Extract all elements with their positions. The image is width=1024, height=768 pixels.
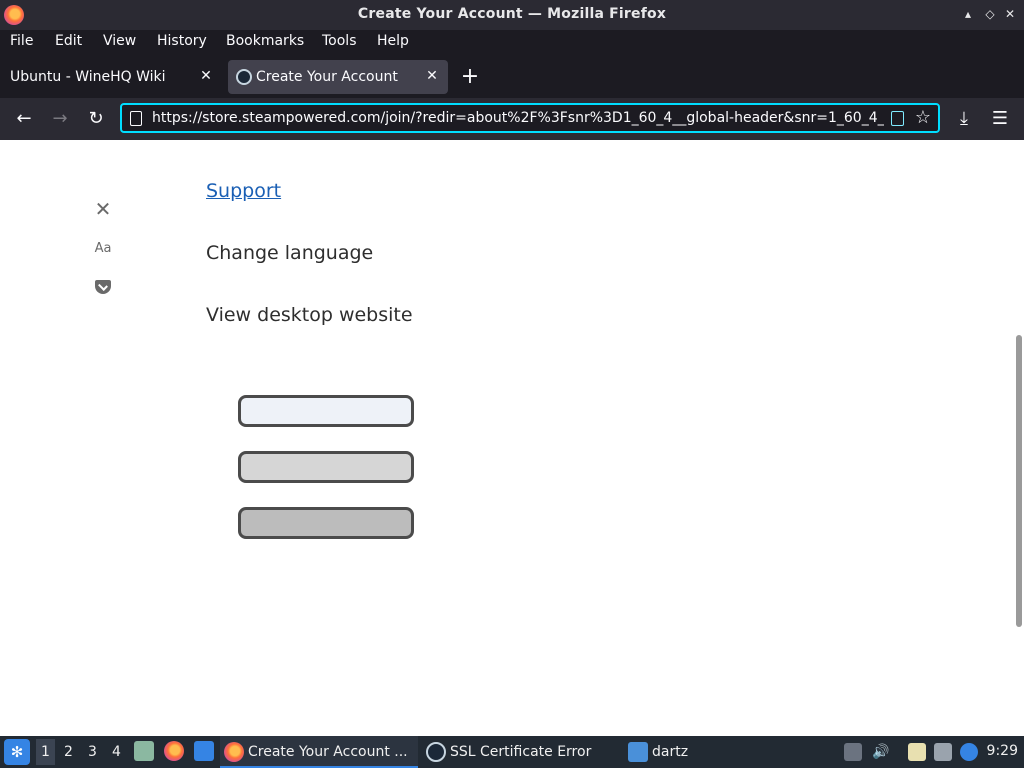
start-menu-button[interactable]: ✻ xyxy=(4,739,30,765)
files-launcher-icon[interactable] xyxy=(134,741,154,761)
menu-bar: File Edit View History Bookmarks Tools H… xyxy=(0,30,1024,54)
page-info-icon[interactable] xyxy=(130,111,142,126)
maximize-button[interactable]: ◇ xyxy=(982,6,998,22)
task-dartz[interactable]: dartz xyxy=(624,736,744,768)
option-button-2[interactable] xyxy=(238,451,414,483)
navigation-bar: ← → ↻ https://store.steampowered.com/joi… xyxy=(0,98,1024,140)
menu-bookmarks[interactable]: Bookmarks xyxy=(226,33,304,49)
new-tab-button[interactable]: + xyxy=(458,63,482,91)
taskbar: ✻ 1 2 3 4 Create Your Account ... SSL Ce… xyxy=(0,736,1024,768)
menu-view[interactable]: View xyxy=(103,33,136,49)
reader-view-icon[interactable] xyxy=(891,111,904,126)
menu-help[interactable]: Help xyxy=(377,33,409,49)
view-desktop-link[interactable]: View desktop website xyxy=(206,304,413,326)
workspace-1[interactable]: 1 xyxy=(36,739,55,765)
workspace-2[interactable]: 2 xyxy=(64,744,73,760)
task-label: SSL Certificate Error xyxy=(450,744,592,760)
minimize-button[interactable]: ▴ xyxy=(960,6,976,22)
desktop-launcher-icon[interactable] xyxy=(194,741,214,761)
workspace-4[interactable]: 4 xyxy=(112,744,121,760)
network-icon[interactable] xyxy=(934,743,952,761)
firefox-icon xyxy=(224,742,244,762)
workspace-3[interactable]: 3 xyxy=(88,744,97,760)
steam-icon xyxy=(426,742,446,762)
option-button-3[interactable] xyxy=(238,507,414,539)
pocket-icon[interactable] xyxy=(95,280,111,294)
notification-icon[interactable] xyxy=(960,743,978,761)
task-label: Create Your Account ... xyxy=(248,744,408,760)
window-title: Create Your Account — Mozilla Firefox xyxy=(357,6,667,22)
tab-label: Ubuntu - WineHQ Wiki xyxy=(10,69,166,85)
updates-tray-icon[interactable] xyxy=(844,743,862,761)
task-create-account[interactable]: Create Your Account ... xyxy=(220,736,418,768)
folder-icon xyxy=(628,742,648,762)
change-language-link[interactable]: Change language xyxy=(206,242,373,264)
text-size-icon[interactable]: Aa xyxy=(92,240,114,258)
support-link[interactable]: Support xyxy=(206,180,281,202)
bookmark-star-icon[interactable]: ☆ xyxy=(912,107,934,129)
tab-bar: Ubuntu - WineHQ Wiki ✕ Create Your Accou… xyxy=(0,56,1024,98)
clock: 9:29 xyxy=(986,743,1018,759)
option-button-1[interactable] xyxy=(238,395,414,427)
firefox-launcher-icon[interactable] xyxy=(164,741,184,761)
tab-create-account[interactable]: Create Your Account ✕ xyxy=(228,60,448,94)
back-button[interactable]: ← xyxy=(12,107,36,131)
app-menu-button[interactable]: ☰ xyxy=(988,107,1012,131)
title-bar: Create Your Account — Mozilla Firefox ▴ … xyxy=(0,0,1024,30)
url-text[interactable]: https://store.steampowered.com/join/?red… xyxy=(152,110,884,126)
url-bar[interactable]: https://store.steampowered.com/join/?red… xyxy=(120,103,940,133)
menu-history[interactable]: History xyxy=(157,33,207,49)
clipboard-icon[interactable] xyxy=(908,743,926,761)
task-label: dartz xyxy=(652,744,689,760)
forward-button[interactable]: → xyxy=(48,107,72,131)
tab-label: Create Your Account xyxy=(256,69,398,85)
cut-off-text xyxy=(160,140,360,144)
page-scrollbar[interactable] xyxy=(1016,335,1022,627)
close-icon[interactable]: ✕ xyxy=(92,198,114,220)
menu-file[interactable]: File xyxy=(10,33,33,49)
steam-favicon-icon xyxy=(236,69,252,85)
menu-edit[interactable]: Edit xyxy=(55,33,82,49)
close-window-button[interactable]: ✕ xyxy=(1002,6,1018,22)
tab-close-icon[interactable]: ✕ xyxy=(198,68,214,84)
volume-icon[interactable]: 🔊 xyxy=(872,743,890,761)
page-content: ✕ Aa Support Change language View deskto… xyxy=(0,140,1024,736)
task-ssl-error[interactable]: SSL Certificate Error xyxy=(422,736,622,768)
tab-close-icon[interactable]: ✕ xyxy=(424,68,440,84)
reload-button[interactable]: ↻ xyxy=(84,107,108,131)
menu-tools[interactable]: Tools xyxy=(322,33,357,49)
downloads-button[interactable]: ⤓ xyxy=(952,107,976,131)
tab-ubuntu-winehq[interactable]: Ubuntu - WineHQ Wiki ✕ xyxy=(0,60,224,94)
